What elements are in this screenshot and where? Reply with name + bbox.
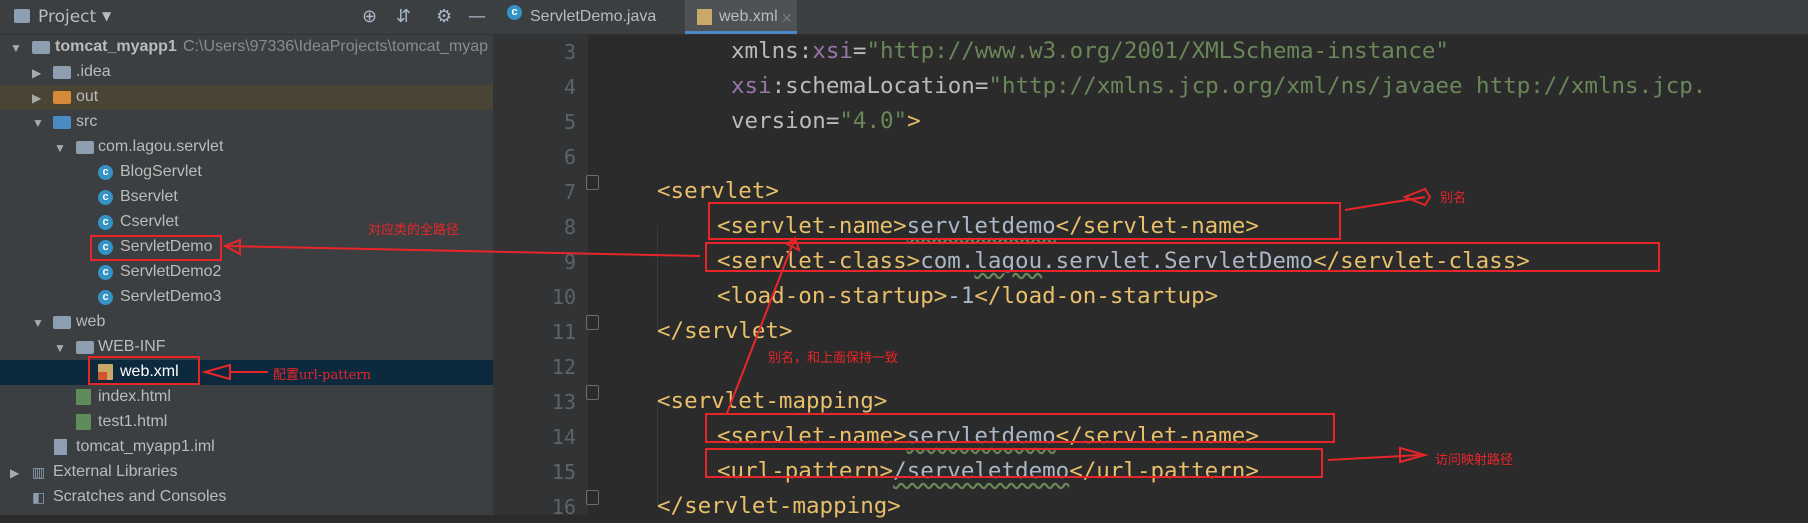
arrowhead-config	[201, 363, 231, 381]
annotation-config-url: 配置url-pattern	[273, 368, 371, 383]
annotation-access-path: 访问映射路径	[1435, 453, 1514, 468]
annotation-arrows	[201, 187, 1432, 464]
annotation-alias-same: 别名，和上面保持一致	[768, 351, 899, 366]
arrowhead-alias	[1402, 187, 1432, 207]
arrow-line-alias	[1344, 196, 1426, 211]
arrow-line-full-path	[224, 245, 701, 257]
annotation-alias: 别名	[1440, 191, 1467, 206]
arrow-line-mapping	[726, 237, 796, 414]
annotation-full-path: 对应类的全路径	[368, 223, 460, 238]
